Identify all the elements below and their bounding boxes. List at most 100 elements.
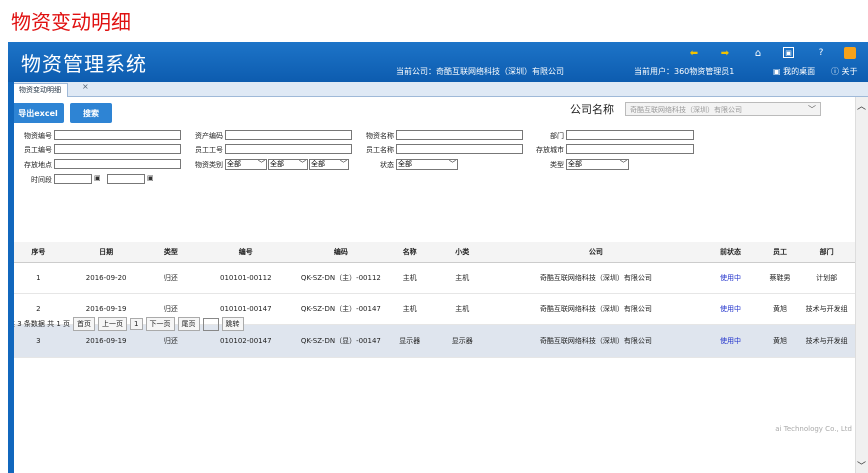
- category-select-3[interactable]: 全部 ﹀: [309, 159, 349, 170]
- forward-icon[interactable]: ➡: [719, 47, 731, 59]
- storage-site-input[interactable]: [54, 159, 181, 169]
- table-header-row: 序号 日期 类型 编号 编码 名称 小类 公司 前状态 员工 部门: [8, 242, 856, 263]
- cell: 技术与开发组: [797, 293, 856, 325]
- cell: 主机: [388, 293, 431, 325]
- start-date-input[interactable]: [54, 174, 92, 184]
- footer-text: ai Technology Co., Ltd: [775, 425, 852, 433]
- cell: 主机: [430, 293, 494, 325]
- tab-material-changes[interactable]: 物资变动明细: [12, 83, 68, 97]
- label-status: 状态: [380, 161, 394, 169]
- label-material-name: 物资名称: [366, 132, 394, 140]
- page-jump-input[interactable]: [202, 317, 219, 331]
- current-page[interactable]: 1: [130, 318, 143, 330]
- col-header: 名称: [388, 242, 431, 263]
- desktop-icon[interactable]: ▣: [783, 47, 794, 58]
- cell: 显示器: [388, 324, 431, 358]
- employee-name-input[interactable]: [396, 144, 523, 154]
- first-page-button[interactable]: 首页: [73, 317, 96, 331]
- material-no-input[interactable]: [54, 130, 181, 140]
- cell: 主机: [430, 262, 494, 294]
- app-header: 物资管理系统 ⬅ ➡ ⌂ ▣ ? 当前公司：奇酷互联网络科技（深圳）有限公司 当…: [8, 42, 868, 82]
- chevron-down-icon: ﹀: [808, 105, 816, 114]
- last-page-button[interactable]: 尾页: [177, 317, 200, 331]
- category-3-value: 全部: [311, 160, 325, 168]
- label-time-range: 时间段: [31, 176, 52, 184]
- search-button[interactable]: 搜索: [70, 103, 112, 123]
- scroll-up-icon[interactable]: ︿: [857, 99, 866, 112]
- cell: 黄旭: [762, 324, 798, 358]
- label-material-no: 物资编号: [24, 132, 52, 140]
- asset-code-input[interactable]: [225, 130, 352, 140]
- my-desktop-label: 我的桌面: [783, 67, 816, 76]
- cell: 1: [8, 262, 69, 294]
- col-header: 编号: [198, 242, 294, 263]
- cell: 显示器: [430, 324, 494, 358]
- cell: 黄旭: [762, 293, 798, 325]
- cell: 主机: [388, 262, 431, 294]
- cell: 010101-00112: [198, 262, 294, 294]
- status-link[interactable]: 使用中: [698, 293, 763, 325]
- company-select[interactable]: 奇酷互联网络科技（深圳）有限公司 ﹀: [625, 102, 821, 116]
- jump-button[interactable]: 跳转: [221, 317, 244, 331]
- scrollbar[interactable]: ︿ ﹀: [855, 97, 868, 473]
- chevron-down-icon: ﹀: [340, 160, 347, 168]
- type-value: 全部: [568, 160, 582, 168]
- col-header: 类型: [143, 242, 199, 263]
- label-employee-name: 员工名称: [366, 146, 394, 154]
- app-window: 物资管理系统 ⬅ ➡ ⌂ ▣ ? 当前公司：奇酷互联网络科技（深圳）有限公司 当…: [8, 42, 868, 473]
- chevron-down-icon: ﹀: [449, 160, 456, 168]
- prev-page-button[interactable]: 上一页: [98, 317, 128, 331]
- cell: 奇酷互联网络科技（深圳）有限公司: [493, 293, 699, 325]
- col-header: 小类: [430, 242, 494, 263]
- cell: QK-SZ-DN（主）-00112: [293, 262, 389, 294]
- category-select-2[interactable]: 全部 ﹀: [268, 159, 308, 170]
- main-content: 导出excel 搜索 公司名称 奇酷互联网络科技（深圳）有限公司 ﹀ 物资编号 资…: [8, 97, 856, 473]
- company-label: 公司名称: [570, 103, 614, 116]
- col-header: 序号: [8, 242, 69, 263]
- chevron-down-icon: ﹀: [299, 160, 306, 168]
- close-icon[interactable]: ×: [82, 82, 89, 91]
- col-header: 公司: [493, 242, 699, 263]
- export-excel-button[interactable]: 导出excel: [12, 103, 64, 123]
- status-link[interactable]: 使用中: [698, 262, 763, 294]
- label-department: 部门: [550, 132, 564, 140]
- status-select[interactable]: 全部 ﹀: [396, 159, 458, 170]
- category-select-1[interactable]: 全部 ﹀: [225, 159, 267, 170]
- cell: 蔡鞋男: [762, 262, 798, 294]
- label-type: 类型: [550, 161, 564, 169]
- back-icon[interactable]: ⬅: [688, 47, 700, 59]
- label-storage-site: 存放地点: [24, 161, 52, 169]
- employee-no-input[interactable]: [54, 144, 181, 154]
- calendar-icon[interactable]: ▣: [94, 174, 101, 182]
- material-name-input[interactable]: [396, 130, 523, 140]
- about-link[interactable]: ⓘ 关于: [831, 66, 858, 77]
- status-link[interactable]: 使用中: [698, 324, 763, 358]
- scroll-down-icon[interactable]: ﹀: [857, 459, 866, 472]
- home-icon[interactable]: ⌂: [752, 47, 764, 59]
- next-page-button[interactable]: 下一页: [145, 317, 175, 331]
- cell: QK-SZ-DN（显）-00147: [293, 324, 389, 358]
- employee-id-input[interactable]: [225, 144, 352, 154]
- cell: 2016-09-20: [68, 262, 144, 294]
- col-header: 部门: [797, 242, 856, 263]
- calendar-icon[interactable]: ▣: [147, 174, 154, 182]
- help-icon[interactable]: ?: [815, 47, 827, 59]
- company-value: 奇酷互联网络科技（深圳）有限公司: [630, 106, 742, 114]
- end-date-input[interactable]: [107, 174, 145, 184]
- label-asset-code: 资产编码: [195, 132, 223, 140]
- chevron-down-icon: ﹀: [258, 160, 265, 168]
- storage-city-input[interactable]: [566, 144, 694, 154]
- cell: 技术与开发组: [797, 324, 856, 358]
- tab-label: 物资变动明细: [19, 86, 61, 94]
- col-header: 编码: [293, 242, 389, 263]
- table-row[interactable]: 1 2016-09-20 归还 010101-00112 QK-SZ-DN（主）…: [8, 262, 856, 294]
- page-heading: 物资变动明细: [11, 10, 131, 34]
- label-employee-no: 员工编号: [24, 146, 52, 154]
- department-input[interactable]: [566, 130, 694, 140]
- category-1-value: 全部: [227, 160, 241, 168]
- my-desktop-link[interactable]: ▣ 我的桌面: [773, 66, 815, 77]
- exit-icon[interactable]: [844, 47, 856, 59]
- col-header: 员工: [762, 242, 798, 263]
- tab-bar: 物资变动明细 ×: [8, 82, 868, 97]
- type-select[interactable]: 全部 ﹀: [566, 159, 629, 170]
